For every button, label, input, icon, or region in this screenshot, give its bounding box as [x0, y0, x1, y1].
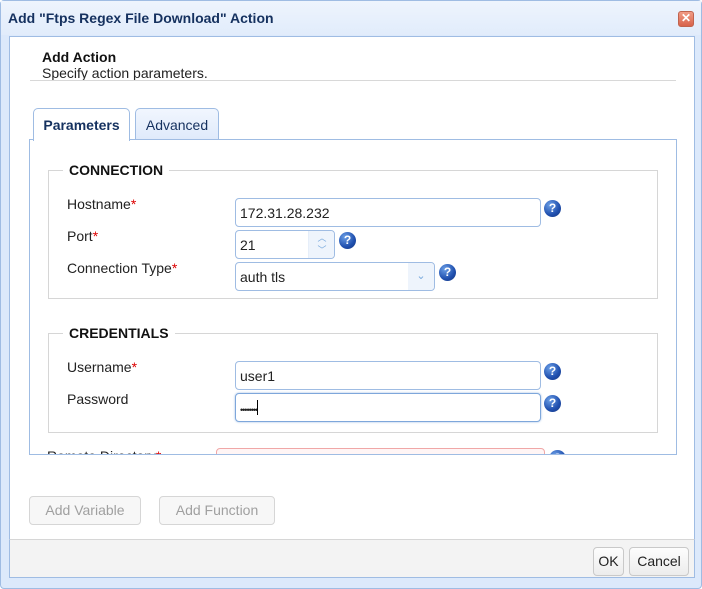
- required-marker: *: [92, 228, 99, 244]
- port-stepper[interactable]: 21 ︿ ﹀: [235, 230, 335, 259]
- connection-legend: CONNECTION: [69, 162, 164, 178]
- username-label: Username*: [67, 359, 137, 375]
- hostname-label: Hostname*: [67, 196, 136, 212]
- required-marker: *: [171, 260, 178, 276]
- add-function-button[interactable]: Add Function: [159, 496, 275, 525]
- username-input[interactable]: user1: [235, 361, 541, 390]
- dialog-content: Add Action Specify action parameters. Pa…: [9, 36, 695, 539]
- cancel-button[interactable]: Cancel: [629, 547, 689, 576]
- port-label: Port*: [67, 228, 98, 244]
- hostname-label-text: Hostname: [67, 196, 131, 212]
- connection-type-label-text: Connection Type: [67, 260, 172, 276]
- required-marker: *: [156, 448, 161, 454]
- port-spinner: ︿ ﹀: [308, 231, 334, 258]
- header-title: Add Action: [42, 49, 117, 65]
- password-help-icon[interactable]: ?: [544, 395, 561, 412]
- dialog-title: Add "Ftps Regex File Download" Action: [8, 10, 274, 26]
- tab-parameters[interactable]: Parameters: [33, 108, 130, 141]
- spin-down-icon[interactable]: ﹀: [317, 245, 327, 255]
- credentials-group: CREDENTIALS Username* user1 ? Password •…: [48, 325, 658, 433]
- parameters-panel: CONNECTION Hostname* 172.31.28.232 ? Por…: [29, 139, 677, 455]
- connection-type-help-icon[interactable]: ?: [439, 264, 456, 281]
- header-subtitle: Specify action parameters.: [42, 65, 208, 81]
- credentials-legend: CREDENTIALS: [69, 325, 169, 341]
- required-marker: *: [131, 359, 138, 375]
- connection-type-select[interactable]: auth tls ⌄: [235, 262, 435, 291]
- port-value: 21: [240, 237, 256, 253]
- port-label-text: Port: [67, 228, 93, 244]
- username-help-icon[interactable]: ?: [544, 363, 561, 380]
- spin-up-icon[interactable]: ︿: [317, 233, 327, 243]
- password-input[interactable]: ••••••••: [235, 393, 541, 422]
- text-cursor: [257, 400, 259, 415]
- connection-type-label: Connection Type*: [67, 260, 177, 276]
- required-marker: *: [130, 196, 137, 212]
- hostname-input[interactable]: 172.31.28.232: [235, 198, 541, 227]
- header-divider: [30, 80, 676, 81]
- password-value: ••••••••: [240, 405, 258, 415]
- username-label-text: Username: [67, 359, 132, 375]
- dialog-titlebar[interactable]: Add "Ftps Regex File Download" Action ✕: [1, 1, 701, 35]
- remote-directory-label: Remote Directory*: [47, 448, 161, 454]
- remote-directory-input[interactable]: [216, 448, 545, 454]
- chevron-down-icon[interactable]: ⌄: [408, 263, 434, 290]
- connection-group: CONNECTION Hostname* 172.31.28.232 ? Por…: [48, 162, 658, 299]
- add-variable-button[interactable]: Add Variable: [29, 496, 141, 525]
- tab-advanced[interactable]: Advanced: [135, 108, 219, 140]
- connection-type-value: auth tls: [240, 269, 286, 285]
- port-help-icon[interactable]: ?: [339, 232, 356, 249]
- dialog-footer: OK Cancel: [9, 539, 695, 578]
- close-icon[interactable]: ✕: [678, 11, 694, 27]
- hostname-help-icon[interactable]: ?: [544, 200, 561, 217]
- password-label: Password: [67, 391, 129, 407]
- ok-button[interactable]: OK: [593, 547, 624, 576]
- remote-directory-help-icon[interactable]: ?: [549, 450, 566, 454]
- remote-directory-label-text: Remote Directory: [47, 448, 156, 454]
- add-action-dialog: Add "Ftps Regex File Download" Action ✕ …: [0, 0, 702, 589]
